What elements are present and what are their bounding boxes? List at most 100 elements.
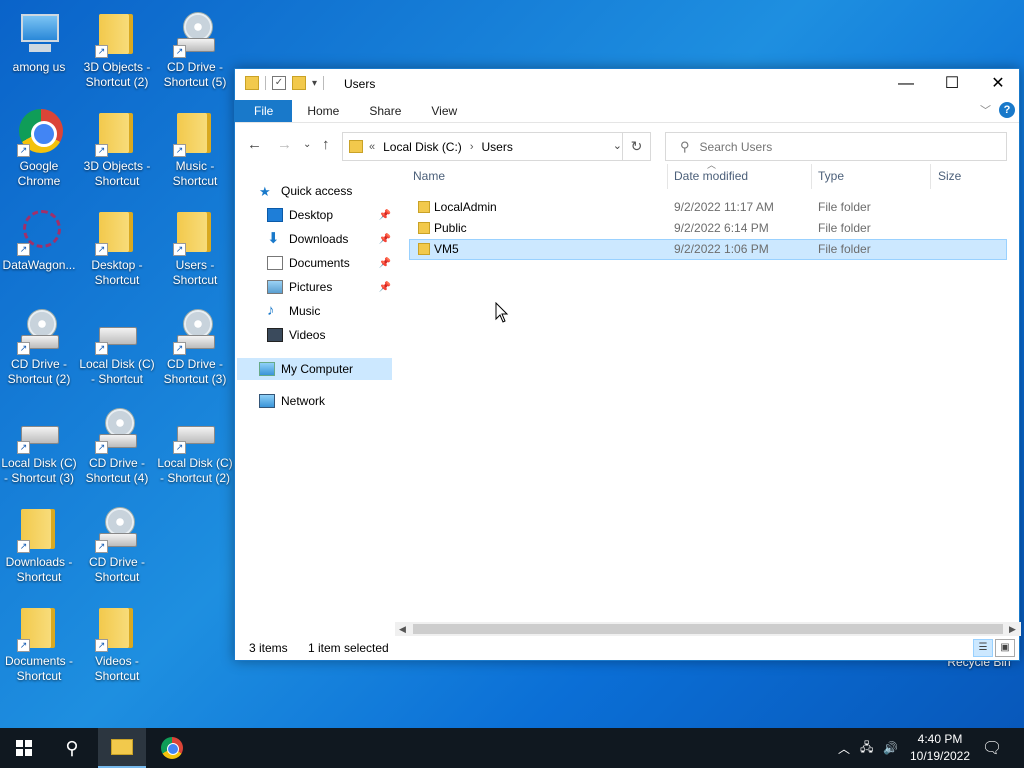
desktop-icon-item[interactable]: ↗ Local Disk (C) - Shortcut (3): [0, 406, 78, 486]
close-button[interactable]: ✕: [975, 69, 1021, 100]
tab-home[interactable]: Home: [292, 100, 354, 122]
refresh-icon[interactable]: ↻: [622, 133, 650, 160]
taskbar-chrome[interactable]: [148, 728, 196, 768]
column-header-type[interactable]: Type: [818, 164, 844, 189]
folder-icon: ↗: [93, 10, 141, 58]
scrollbar-thumb[interactable]: [413, 624, 1003, 634]
chevron-right-icon[interactable]: ›: [470, 141, 474, 153]
large-icons-view-icon[interactable]: ▣: [995, 639, 1015, 657]
column-header-size[interactable]: Size: [938, 164, 961, 189]
search-input[interactable]: [699, 139, 980, 154]
divider[interactable]: [667, 164, 668, 189]
desktop-icon-item[interactable]: ↗ Local Disk (C) - Shortcut: [78, 307, 156, 387]
breadcrumb-users[interactable]: Users: [481, 140, 512, 154]
start-button[interactable]: [0, 728, 48, 768]
desktop-icon-item[interactable]: ↗ 3D Objects - Shortcut: [78, 109, 156, 189]
clock[interactable]: 4:40 PM 10/19/2022: [900, 731, 980, 765]
divider[interactable]: [811, 164, 812, 189]
table-row[interactable]: LocalAdmin 9/2/2022 11:17 AM File folder: [409, 197, 1007, 218]
tab-view[interactable]: View: [416, 100, 472, 122]
desktop-icon-item[interactable]: ↗ Google Chrome: [0, 109, 78, 189]
desktop-icon-item[interactable]: ↗ CD Drive - Shortcut (2): [0, 307, 78, 387]
desktop-icon-label: Desktop - Shortcut: [91, 258, 143, 287]
help-icon[interactable]: ?: [999, 102, 1015, 118]
sidebar-item-network[interactable]: Network: [259, 390, 325, 412]
desktop-icon-item[interactable]: among us: [0, 10, 78, 75]
customize-qat-icon[interactable]: ▾: [312, 78, 317, 89]
desktop-icon-label: Videos - Shortcut: [94, 654, 140, 683]
desktop-icon-item[interactable]: ↗ Documents - Shortcut: [0, 604, 78, 684]
properties-icon[interactable]: ✓: [272, 76, 286, 90]
recent-locations-icon[interactable]: ⌄: [303, 139, 311, 150]
details-view-icon[interactable]: ☰: [973, 639, 993, 657]
navigation-pane: ★ Quick access Desktop 📌 ⬇ Downloads 📌 D…: [235, 184, 395, 636]
cd-drive-icon: ↗: [15, 307, 63, 355]
sidebar-item-pictures[interactable]: Pictures 📌: [267, 276, 391, 298]
folder-icon: ↗: [93, 109, 141, 157]
desktop-icon-label: CD Drive - Shortcut: [89, 555, 145, 584]
sidebar-item-downloads[interactable]: ⬇ Downloads 📌: [267, 228, 391, 250]
table-row[interactable]: Public 9/2/2022 6:14 PM File folder: [409, 218, 1007, 239]
volume-icon[interactable]: 🔊: [883, 741, 898, 755]
desktop-icon-item[interactable]: ↗ Downloads - Shortcut: [0, 505, 78, 585]
column-header-name[interactable]: Name: [413, 164, 445, 189]
desktop-icon-item[interactable]: ↗ Videos - Shortcut: [78, 604, 156, 684]
desktop-icon-item[interactable]: ↗ CD Drive - Shortcut (4): [78, 406, 156, 486]
sidebar-item-music[interactable]: ♪ Music: [267, 300, 320, 322]
folder-icon: [111, 739, 133, 755]
pin-icon[interactable]: 📌: [379, 258, 391, 269]
datawagon-icon: ↗: [15, 208, 63, 256]
expand-ribbon-icon[interactable]: ﹀: [980, 102, 991, 118]
pin-icon[interactable]: 📌: [379, 282, 391, 293]
title-bar[interactable]: ✓ ▾ Users — ☐ ✕: [235, 69, 1019, 100]
chevron-up-icon[interactable]: ︿: [838, 740, 850, 757]
new-folder-icon[interactable]: [292, 76, 306, 90]
desktop-icon-item[interactable]: ↗ DataWagon...: [0, 208, 78, 273]
back-icon[interactable]: ←: [247, 136, 262, 153]
search-button[interactable]: ⚲: [48, 728, 96, 768]
notification-icon[interactable]: 🗨: [982, 728, 1002, 768]
vertical-scroll-area[interactable]: [1007, 164, 1019, 622]
tab-share[interactable]: Share: [354, 100, 416, 122]
window-title: Users: [344, 77, 376, 91]
divider[interactable]: [930, 164, 931, 189]
tab-file[interactable]: File: [235, 100, 293, 122]
desktop-icon-label: Local Disk (C) - Shortcut (2): [157, 456, 233, 485]
sidebar-item-documents[interactable]: Documents 📌: [267, 252, 391, 274]
pin-icon[interactable]: 📌: [379, 210, 391, 221]
download-icon: ⬇: [267, 230, 280, 247]
sidebar-item-desktop[interactable]: Desktop 📌: [267, 204, 391, 226]
scroll-right-icon[interactable]: ▶: [1009, 622, 1016, 636]
chevron-down-icon[interactable]: ⌄: [613, 139, 622, 152]
network-icon[interactable]: 🖧: [860, 738, 873, 759]
desktop-icon-item[interactable]: ↗ Music - Shortcut: [156, 109, 234, 189]
search-box[interactable]: ⚲: [665, 132, 1007, 161]
divider: [265, 76, 266, 90]
maximize-button[interactable]: ☐: [929, 69, 975, 100]
horizontal-scrollbar[interactable]: ◀ ▶: [395, 622, 1021, 636]
table-row-selected[interactable]: VM5 9/2/2022 1:06 PM File folder: [409, 239, 1007, 260]
address-bar[interactable]: « Local Disk (C:) › Users ⌄ ↻: [342, 132, 651, 161]
desktop-icon-label: CD Drive - Shortcut (3): [163, 357, 227, 386]
desktop-icon-item[interactable]: ↗ Desktop - Shortcut: [78, 208, 156, 288]
minimize-button[interactable]: —: [883, 69, 929, 100]
desktop-icon-item[interactable]: ↗ Local Disk (C) - Shortcut (2): [156, 406, 234, 486]
column-header-date[interactable]: Date modified: [674, 164, 748, 189]
desktop-icon-item[interactable]: ↗ CD Drive - Shortcut (5): [156, 10, 234, 90]
desktop-icon-item[interactable]: ↗ Users - Shortcut: [156, 208, 234, 288]
up-icon[interactable]: ↑: [322, 136, 330, 153]
forward-icon[interactable]: →: [277, 136, 292, 153]
sidebar-item-videos[interactable]: Videos: [267, 324, 325, 346]
desktop-icon-item[interactable]: ↗ CD Drive - Shortcut: [78, 505, 156, 585]
overflow-icon[interactable]: «: [369, 141, 375, 153]
file-name: VM5: [434, 242, 459, 256]
desktop-icon-item[interactable]: ↗ CD Drive - Shortcut (3): [156, 307, 234, 387]
taskbar-file-explorer[interactable]: [98, 728, 146, 768]
desktop-icon-item[interactable]: ↗ 3D Objects - Shortcut (2): [78, 10, 156, 90]
breadcrumb-local-disk[interactable]: Local Disk (C:): [383, 140, 462, 154]
scroll-left-icon[interactable]: ◀: [399, 622, 406, 636]
pin-icon[interactable]: 📌: [379, 234, 391, 245]
system-tray: ︿ 🖧 🔊: [838, 728, 898, 768]
sidebar-item-quick-access[interactable]: ★ Quick access: [259, 180, 352, 202]
sidebar-item-my-computer[interactable]: My Computer: [237, 358, 392, 380]
